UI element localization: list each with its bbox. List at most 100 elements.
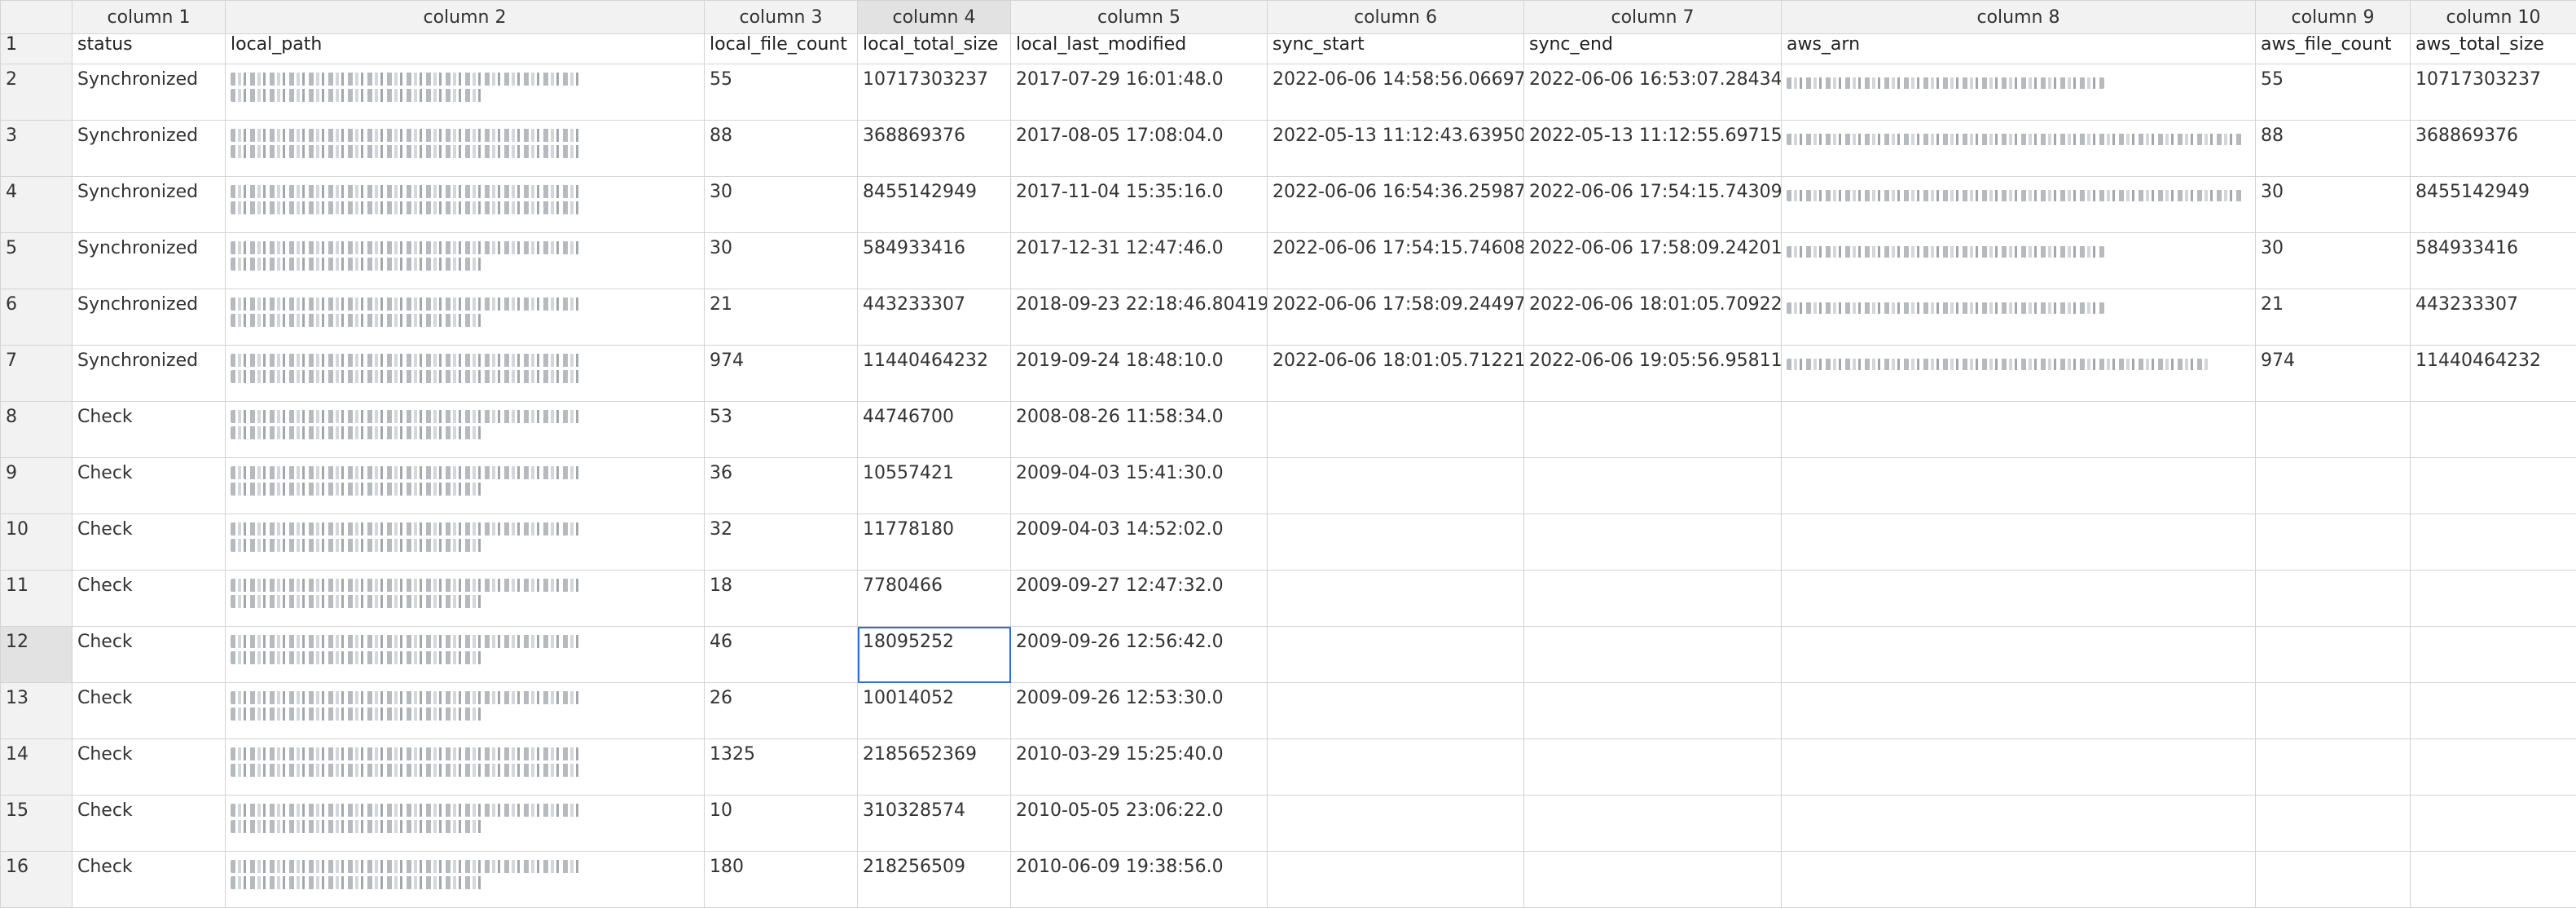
local-path-cell[interactable]	[226, 64, 705, 121]
local-total-size-cell[interactable]: 10717303237	[858, 64, 1011, 121]
status-cell[interactable]: Check	[73, 514, 226, 571]
local-file-count-cell[interactable]: 30	[705, 233, 858, 289]
local-total-size-cell[interactable]: 310328574	[858, 796, 1011, 852]
aws-file-count-cell[interactable]	[2256, 683, 2411, 739]
column-header-5[interactable]: column 5	[1011, 1, 1268, 34]
aws-arn-cell[interactable]	[1782, 683, 2256, 739]
local-file-count-cell[interactable]: 30	[705, 177, 858, 233]
status-cell[interactable]: Synchronized	[73, 346, 226, 402]
status-cell[interactable]: Check	[73, 627, 226, 683]
sync-end-cell[interactable]	[1524, 852, 1782, 908]
sync-start-cell[interactable]: 2022-06-06 16:54:36.259871	[1268, 177, 1524, 233]
local-path-cell[interactable]	[226, 402, 705, 458]
sync-start-cell[interactable]	[1268, 402, 1524, 458]
local-total-size-cell[interactable]: 443233307	[858, 289, 1011, 346]
aws-file-count-cell[interactable]	[2256, 739, 2411, 796]
aws-total-size-cell[interactable]: 368869376	[2411, 121, 2576, 177]
field-cell[interactable]: aws_total_size	[2411, 34, 2576, 64]
row-number[interactable]: 4	[1, 177, 73, 233]
local-last-modified-cell[interactable]: 2018-09-23 22:18:46.804191	[1011, 289, 1268, 346]
aws-file-count-cell[interactable]	[2256, 627, 2411, 683]
sync-start-cell[interactable]	[1268, 514, 1524, 571]
aws-file-count-cell[interactable]: 974	[2256, 346, 2411, 402]
aws-total-size-cell[interactable]	[2411, 458, 2576, 514]
sync-end-cell[interactable]	[1524, 458, 1782, 514]
status-cell[interactable]: Synchronized	[73, 289, 226, 346]
local-file-count-cell[interactable]: 1325	[705, 739, 858, 796]
local-last-modified-cell[interactable]: 2019-09-24 18:48:10.0	[1011, 346, 1268, 402]
row-number[interactable]: 10	[1, 514, 73, 571]
sync-end-cell[interactable]: 2022-06-06 18:01:05.709227	[1524, 289, 1782, 346]
sync-start-cell[interactable]: 2022-06-06 14:58:56.066976	[1268, 64, 1524, 121]
aws-arn-cell[interactable]	[1782, 346, 2256, 402]
sync-end-cell[interactable]	[1524, 627, 1782, 683]
status-cell[interactable]: Synchronized	[73, 233, 226, 289]
status-cell[interactable]: Check	[73, 458, 226, 514]
selected-cell[interactable]: 18095252	[858, 627, 1011, 683]
aws-file-count-cell[interactable]	[2256, 852, 2411, 908]
sync-end-cell[interactable]: 2022-06-06 19:05:56.958118	[1524, 346, 1782, 402]
status-cell[interactable]: Synchronized	[73, 177, 226, 233]
row-number[interactable]: 1	[1, 34, 73, 64]
local-path-cell[interactable]	[226, 571, 705, 627]
local-file-count-cell[interactable]: 26	[705, 683, 858, 739]
aws-file-count-cell[interactable]	[2256, 571, 2411, 627]
column-header-2[interactable]: column 2	[226, 1, 705, 34]
local-last-modified-cell[interactable]: 2010-05-05 23:06:22.0	[1011, 796, 1268, 852]
aws-file-count-cell[interactable]	[2256, 402, 2411, 458]
local-file-count-cell[interactable]: 46	[705, 627, 858, 683]
local-path-cell[interactable]	[226, 852, 705, 908]
local-path-cell[interactable]	[226, 514, 705, 571]
local-last-modified-cell[interactable]: 2010-06-09 19:38:56.0	[1011, 852, 1268, 908]
local-last-modified-cell[interactable]: 2017-08-05 17:08:04.0	[1011, 121, 1268, 177]
aws-total-size-cell[interactable]: 10717303237	[2411, 64, 2576, 121]
local-last-modified-cell[interactable]: 2009-09-26 12:53:30.0	[1011, 683, 1268, 739]
row-number[interactable]: 3	[1, 121, 73, 177]
aws-file-count-cell[interactable]: 88	[2256, 121, 2411, 177]
sync-start-cell[interactable]	[1268, 683, 1524, 739]
sync-start-cell[interactable]: 2022-05-13 11:12:43.639503	[1268, 121, 1524, 177]
column-header-10[interactable]: column 10	[2411, 1, 2576, 34]
aws-arn-cell[interactable]	[1782, 571, 2256, 627]
row-number[interactable]: 15	[1, 796, 73, 852]
status-cell[interactable]: Check	[73, 852, 226, 908]
field-cell[interactable]: local_path	[226, 34, 705, 64]
local-path-cell[interactable]	[226, 233, 705, 289]
local-path-cell[interactable]	[226, 683, 705, 739]
aws-arn-cell[interactable]	[1782, 121, 2256, 177]
column-header-1[interactable]: column 1	[73, 1, 226, 34]
row-number[interactable]: 11	[1, 571, 73, 627]
field-cell[interactable]: sync_end	[1524, 34, 1782, 64]
aws-arn-cell[interactable]	[1782, 514, 2256, 571]
local-path-cell[interactable]	[226, 346, 705, 402]
aws-total-size-cell[interactable]	[2411, 796, 2576, 852]
aws-total-size-cell[interactable]: 8455142949	[2411, 177, 2576, 233]
aws-arn-cell[interactable]	[1782, 458, 2256, 514]
aws-total-size-cell[interactable]: 584933416	[2411, 233, 2576, 289]
local-file-count-cell[interactable]: 10	[705, 796, 858, 852]
local-last-modified-cell[interactable]: 2010-03-29 15:25:40.0	[1011, 739, 1268, 796]
aws-total-size-cell[interactable]	[2411, 683, 2576, 739]
local-path-cell[interactable]	[226, 177, 705, 233]
status-cell[interactable]: Check	[73, 571, 226, 627]
field-cell[interactable]: local_total_size	[858, 34, 1011, 64]
local-total-size-cell[interactable]: 8455142949	[858, 177, 1011, 233]
aws-total-size-cell[interactable]	[2411, 852, 2576, 908]
field-cell[interactable]: aws_file_count	[2256, 34, 2411, 64]
aws-arn-cell[interactable]	[1782, 627, 2256, 683]
sync-end-cell[interactable]	[1524, 739, 1782, 796]
local-last-modified-cell[interactable]: 2009-09-26 12:56:42.0	[1011, 627, 1268, 683]
aws-total-size-cell[interactable]	[2411, 571, 2576, 627]
status-cell[interactable]: Check	[73, 739, 226, 796]
local-total-size-cell[interactable]: 11778180	[858, 514, 1011, 571]
row-number[interactable]: 7	[1, 346, 73, 402]
local-path-cell[interactable]	[226, 796, 705, 852]
local-last-modified-cell[interactable]: 2017-12-31 12:47:46.0	[1011, 233, 1268, 289]
local-last-modified-cell[interactable]: 2017-11-04 15:35:16.0	[1011, 177, 1268, 233]
sync-end-cell[interactable]	[1524, 514, 1782, 571]
column-header-9[interactable]: column 9	[2256, 1, 2411, 34]
local-total-size-cell[interactable]: 10014052	[858, 683, 1011, 739]
corner-cell[interactable]	[1, 1, 73, 34]
aws-total-size-cell[interactable]	[2411, 739, 2576, 796]
row-number[interactable]: 14	[1, 739, 73, 796]
